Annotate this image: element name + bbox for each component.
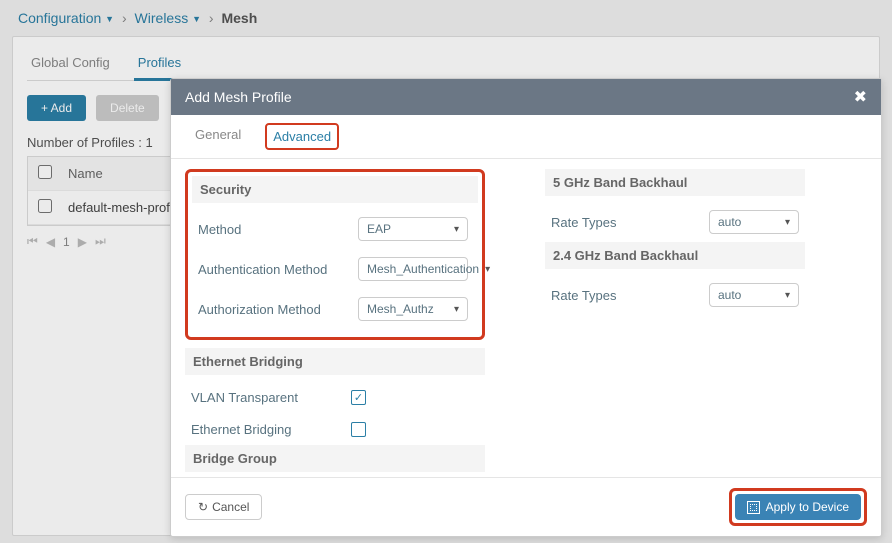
vlan-transparent-checkbox[interactable]: ✓ bbox=[351, 390, 366, 405]
ethernet-bridging-title: Ethernet Bridging bbox=[185, 348, 485, 375]
modal-footer: ↻ Cancel Apply to Device bbox=[171, 477, 881, 536]
security-section-title: Security bbox=[192, 176, 478, 203]
add-mesh-profile-modal: Add Mesh Profile ✖ General Advanced Secu… bbox=[170, 78, 882, 537]
cancel-button[interactable]: ↻ Cancel bbox=[185, 494, 262, 520]
method-select[interactable]: EAP bbox=[358, 217, 468, 241]
close-icon[interactable]: ✖ bbox=[854, 87, 867, 107]
modal-tabs: General Advanced bbox=[171, 115, 881, 159]
device-icon bbox=[747, 501, 760, 514]
modal-header: Add Mesh Profile ✖ bbox=[171, 79, 881, 115]
band5-title: 5 GHz Band Backhaul bbox=[545, 169, 805, 196]
left-column: Security Method EAP Authentication Metho… bbox=[185, 169, 485, 467]
method-label: Method bbox=[198, 222, 358, 237]
right-column: 5 GHz Band Backhaul Rate Types auto 2.4 … bbox=[545, 169, 805, 467]
modal-title: Add Mesh Profile bbox=[185, 89, 292, 105]
ethernet-bridging-checkbox[interactable]: ✓ bbox=[351, 422, 366, 437]
authorization-method-select[interactable]: Mesh_Authz bbox=[358, 297, 468, 321]
apply-button-highlight: Apply to Device bbox=[729, 488, 867, 526]
band24-rate-select[interactable]: auto bbox=[709, 283, 799, 307]
vlan-transparent-label: VLAN Transparent bbox=[191, 390, 351, 405]
band24-rate-label: Rate Types bbox=[551, 288, 709, 303]
tab-advanced[interactable]: Advanced bbox=[265, 123, 339, 150]
security-section-highlight: Security Method EAP Authentication Metho… bbox=[185, 169, 485, 340]
authorization-method-label: Authorization Method bbox=[198, 302, 358, 317]
band5-rate-label: Rate Types bbox=[551, 215, 709, 230]
apply-to-device-button[interactable]: Apply to Device bbox=[735, 494, 861, 520]
band24-title: 2.4 GHz Band Backhaul bbox=[545, 242, 805, 269]
authentication-method-label: Authentication Method bbox=[198, 262, 358, 277]
authentication-method-select[interactable]: Mesh_Authentication bbox=[358, 257, 468, 281]
band5-rate-select[interactable]: auto bbox=[709, 210, 799, 234]
refresh-icon: ↻ bbox=[198, 500, 208, 514]
tab-general[interactable]: General bbox=[189, 123, 247, 150]
bridge-group-title: Bridge Group bbox=[185, 445, 485, 472]
ethernet-bridging-label: Ethernet Bridging bbox=[191, 422, 351, 437]
